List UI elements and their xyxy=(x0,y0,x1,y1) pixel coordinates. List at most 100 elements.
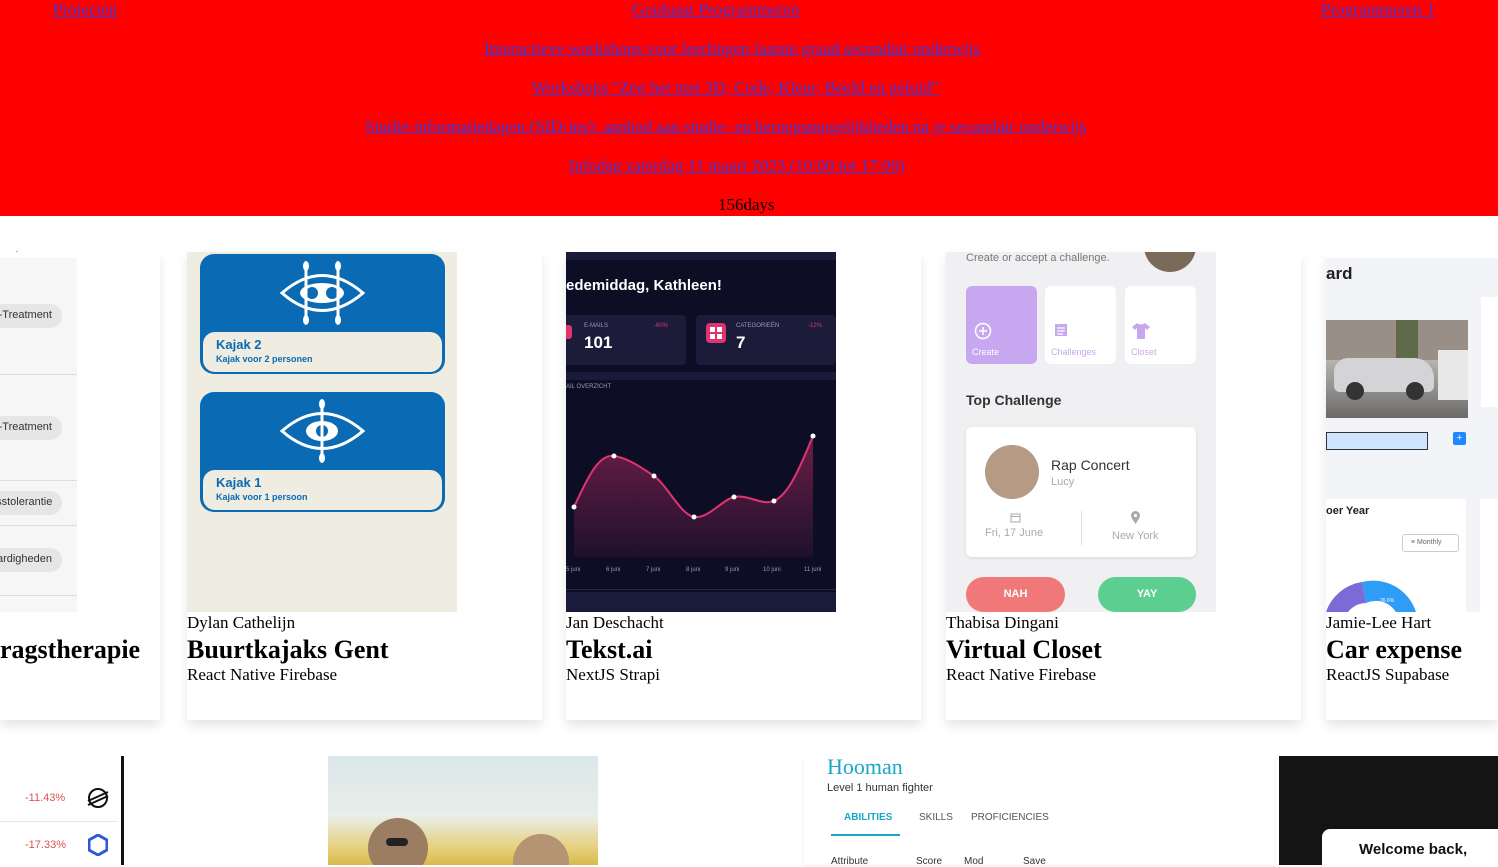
avatar xyxy=(985,445,1039,499)
kajak-card: Kajak 2 Kajak voor 2 personen xyxy=(200,254,445,374)
calendar-icon xyxy=(1010,513,1021,523)
project-author: Thabisa Dingani xyxy=(946,613,1059,632)
stat-value: 101 xyxy=(584,333,613,352)
project-tech-stack: NextJS Strapi xyxy=(566,665,660,684)
nav-link-projecten[interactable]: Projecten xyxy=(53,0,117,20)
project-thumbnail: Create or accept a challenge. Create Cha… xyxy=(946,252,1216,612)
year-panel: oer Year ≡ Monthly 26.6% xyxy=(1326,499,1466,612)
stat-value: 7 xyxy=(736,333,746,352)
chart-x-tick: 6 juni xyxy=(606,567,621,573)
yay-button[interactable]: YAY xyxy=(1098,577,1196,612)
kajak-name: Kajak 1 xyxy=(216,475,262,490)
top-banner: Projecten Graduaat Programmeren Programm… xyxy=(0,0,1498,216)
add-button[interactable]: + xyxy=(1453,432,1466,445)
closet-intro: Create or accept a challenge. xyxy=(966,252,1110,264)
challenge-name: Rap Concert xyxy=(1051,457,1130,473)
email-line-chart xyxy=(571,433,816,557)
project-title: Virtual Closet xyxy=(946,635,1102,664)
project-card[interactable]: Kajak 2 Kajak voor 2 personen Kajak 1 Ka… xyxy=(187,252,542,720)
tile-challenges[interactable]: Challenges xyxy=(1045,286,1116,364)
chart-x-tick: 9 juni xyxy=(725,567,740,573)
tag-pill: aardigheden xyxy=(0,548,62,572)
tag-pill: esstolerantie xyxy=(0,491,62,515)
chart-x-tick: 8 juni xyxy=(686,567,701,573)
list-icon xyxy=(1055,324,1067,336)
location-pin-icon xyxy=(1131,511,1140,524)
challenge-user: Lucy xyxy=(1051,476,1075,488)
project-thumbnail: e-Treatment e-Treatment esstolerantie aa… xyxy=(0,258,77,612)
column-header: Mod xyxy=(964,856,984,867)
tile-label: Closet xyxy=(1131,347,1157,357)
project-card[interactable]: edemiddag, Kathleen! E-MAILS 101 -60% CA… xyxy=(566,252,921,720)
nav-link-workshops-zeg[interactable]: Workshops "Zeg het met 3D, Code, Kleur, … xyxy=(532,78,939,98)
donut-label: 26.6% xyxy=(1380,598,1395,604)
nav-link-workshops-leerlingen[interactable]: Interactieve workshops voor leerlingen l… xyxy=(484,39,980,59)
chart-x-tick: 5 juni xyxy=(566,567,581,573)
tab-skills[interactable]: SKILLS xyxy=(919,812,953,823)
tab-proficiencies[interactable]: PROFICIENCIES xyxy=(971,812,1049,823)
stat-card-categories: CATEGORIEËN 7 -12% xyxy=(696,315,836,365)
project-thumbnail[interactable] xyxy=(328,756,598,865)
project-card[interactable]: ard + oer Year ≡ Monthly 26.6% Jamie-Lee… xyxy=(1326,252,1498,720)
kajak-desc: Kajak voor 2 personen xyxy=(216,354,313,364)
challenge-location: New York xyxy=(1112,530,1159,542)
tile-closet[interactable]: Closet xyxy=(1125,286,1196,364)
project-title: ragstherapie xyxy=(0,635,141,664)
column-header: Score xyxy=(916,856,943,867)
crypto-change: -11.43% xyxy=(25,792,66,804)
nah-button[interactable]: NAH xyxy=(966,577,1065,612)
nav-link-sid-ins[interactable]: Studie-informatiedagen (SID-ins): aanbod… xyxy=(365,117,1086,137)
chainlink-icon xyxy=(88,834,108,856)
project-author: Jan Deschacht xyxy=(566,613,664,632)
tag-pill: e-Treatment xyxy=(0,304,62,328)
avatar xyxy=(1144,252,1196,272)
period-select[interactable]: ≡ Monthly xyxy=(1402,534,1459,552)
kajak-name: Kajak 2 xyxy=(216,337,262,352)
period-select-value: Monthly xyxy=(1417,539,1442,546)
stellar-icon xyxy=(87,788,109,808)
chart-x-tick: 11 juni xyxy=(804,567,822,573)
project-thumbnail: ard + oer Year ≡ Monthly 26.6% xyxy=(1326,252,1498,612)
character-subtitle: Level 1 human fighter xyxy=(827,782,933,794)
tab-abilities[interactable]: ABILITIES xyxy=(844,812,892,823)
nav-link-programmeren1[interactable]: Programmeren 1 xyxy=(1321,0,1435,20)
project-author: Jamie-Lee Hart xyxy=(1326,613,1432,632)
amount-input[interactable] xyxy=(1326,432,1428,450)
stat-delta: -60% xyxy=(654,323,669,329)
nav-link-infodag[interactable]: Infodag zaterdag 11 maart 2023 (10:00 to… xyxy=(569,156,905,176)
project-thumbnail: edemiddag, Kathleen! E-MAILS 101 -60% CA… xyxy=(566,252,836,612)
tile-create[interactable]: Create xyxy=(966,286,1037,364)
kajak-card: Kajak 1 Kajak voor 1 persoon xyxy=(200,392,445,512)
project-card[interactable]: e-Treatment e-Treatment esstolerantie aa… xyxy=(0,252,160,720)
nav-link-graduaat[interactable]: Graduaat Programmeren xyxy=(632,0,800,20)
project-tech-stack: ReactJS Supabase xyxy=(1326,665,1450,684)
project-author: Dylan Cathelijn xyxy=(187,613,296,632)
dashboard-greeting: edemiddag, Kathleen! xyxy=(566,277,722,294)
stat-card-emails: E-MAILS 101 -60% xyxy=(566,315,686,365)
project-thumbnail[interactable]: -11.43% -17.33% xyxy=(0,756,124,865)
plus-icon xyxy=(974,322,992,340)
project-thumbnail[interactable]: Welcome back, xyxy=(1279,756,1498,865)
stat-label: E-MAILS xyxy=(584,323,609,329)
tile-label: Create xyxy=(972,347,1000,357)
project-title: Car expense xyxy=(1326,635,1463,664)
stat-delta: -12% xyxy=(808,323,823,329)
challenge-card[interactable]: Rap Concert Lucy Fri, 17 June New York xyxy=(966,427,1196,557)
panel-title: oer Year xyxy=(1326,505,1370,517)
project-card[interactable]: Create or accept a challenge. Create Cha… xyxy=(946,252,1301,720)
challenge-date: Fri, 17 June xyxy=(985,527,1044,539)
project-row-2: -11.43% -17.33% Hooman Level 1 human fig… xyxy=(0,754,1498,867)
character-name: Hooman xyxy=(827,754,903,779)
project-thumbnail[interactable]: Hooman Level 1 human fighter ABILITIES S… xyxy=(804,754,1274,867)
shirt-icon xyxy=(1132,323,1150,339)
kajak-desc: Kajak voor 1 persoon xyxy=(216,492,308,502)
project-tech-stack: React Native Firebase xyxy=(187,665,338,684)
dashboard-heading: ard xyxy=(1326,264,1353,283)
project-thumbnail: Kajak 2 Kajak voor 2 personen Kajak 1 Ka… xyxy=(187,252,457,612)
person-photo xyxy=(513,834,569,865)
project-title: Buurtkajaks Gent xyxy=(187,635,389,664)
chart-x-tick: 10 juni xyxy=(763,567,781,573)
crypto-change: -17.33% xyxy=(25,839,66,851)
column-header: Attribute xyxy=(831,856,869,867)
kayak-icon xyxy=(280,399,365,463)
